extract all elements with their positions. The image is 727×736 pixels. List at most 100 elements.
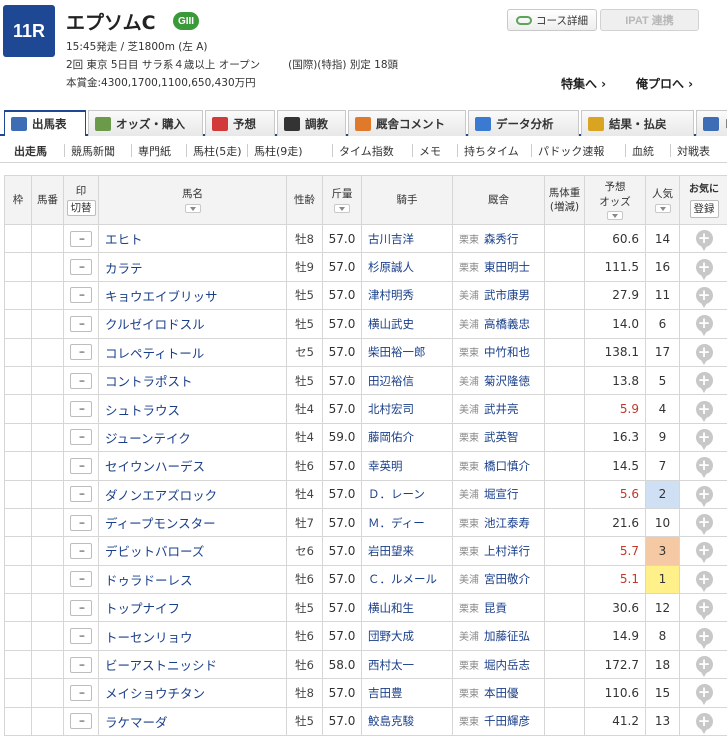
add-favorite-icon[interactable]: + (695, 372, 713, 394)
jockey-link[interactable]: Ｃ．ルメール (361, 564, 453, 595)
jockey-link[interactable]: 津村明秀 (361, 280, 453, 311)
trainer-link[interactable]: 中竹和也 (484, 345, 530, 359)
trainer-link[interactable]: 堀内岳志 (484, 658, 530, 672)
jockey-link[interactable]: 岩田望来 (361, 536, 453, 566)
horse-name-link[interactable]: シュトラウス (98, 394, 287, 424)
add-favorite-icon[interactable]: + (695, 599, 713, 621)
sort-name-icon[interactable] (184, 203, 201, 213)
trainer-link[interactable]: 昆貢 (484, 601, 507, 615)
trainer-link[interactable]: 本田優 (484, 686, 519, 700)
tab-3[interactable]: 調教 (277, 110, 346, 136)
jockey-link[interactable]: Ｍ．ディー (361, 507, 453, 538)
trainer-link[interactable]: 宮田敬介 (484, 572, 530, 586)
sort-weight-icon[interactable] (334, 203, 350, 213)
jockey-link[interactable]: 柴田裕一郎 (361, 337, 453, 367)
horse-name-link[interactable]: エヒト (98, 223, 287, 254)
mark-select-button[interactable]: -- (70, 571, 92, 588)
trainer-link[interactable]: 千田輝彦 (484, 714, 530, 728)
horse-name-link[interactable]: クルゼイロドスル (98, 309, 287, 339)
trainer-link[interactable]: 加藤征弘 (484, 629, 530, 643)
tab-2[interactable]: 予想 (205, 110, 275, 136)
add-favorite-icon[interactable]: + (695, 428, 713, 450)
trainer-link[interactable]: 東田明士 (484, 260, 530, 274)
add-favorite-icon[interactable]: + (695, 542, 713, 564)
horse-name-link[interactable]: メイショウチタン (98, 678, 287, 708)
tab-1[interactable]: オッズ・購入 (88, 110, 203, 136)
add-favorite-icon[interactable]: + (695, 286, 713, 308)
add-favorite-icon[interactable]: + (695, 400, 713, 422)
horse-name-link[interactable]: キョウエイブリッサ (98, 280, 287, 311)
subtab-7[interactable]: 持ちタイム (464, 143, 519, 159)
add-favorite-icon[interactable]: + (695, 514, 713, 536)
mark-select-button[interactable]: -- (70, 344, 92, 361)
jockey-link[interactable]: 鮫島克駿 (361, 706, 453, 736)
horse-name-link[interactable]: トーセンリョウ (98, 621, 287, 651)
add-favorite-icon[interactable]: + (695, 627, 713, 649)
add-favorite-icon[interactable]: + (695, 315, 713, 337)
subtab-8[interactable]: パドック速報 (538, 143, 604, 159)
trainer-link[interactable]: 森秀行 (484, 232, 519, 246)
sort-odds-icon[interactable] (607, 210, 623, 220)
mark-select-button[interactable]: -- (70, 287, 92, 304)
horse-name-link[interactable]: セイウンハーデス (98, 451, 287, 481)
course-detail-button[interactable]: コース詳細 (507, 9, 597, 31)
ore-pro-link[interactable]: 俺プロへ › (636, 75, 693, 92)
add-favorite-icon[interactable]: + (695, 457, 713, 479)
subtab-10[interactable]: 対戦表 (677, 143, 710, 159)
trainer-link[interactable]: 武井亮 (484, 402, 519, 416)
subtab-4[interactable]: 馬柱(9走) (254, 143, 303, 159)
jockey-link[interactable]: Ｄ．レーン (361, 479, 453, 509)
tab-0[interactable]: 出馬表 (4, 110, 86, 136)
horse-name-link[interactable]: ラケマーダ (98, 706, 287, 736)
jockey-link[interactable]: 幸英明 (361, 451, 453, 481)
subtab-5[interactable]: タイム指数 (339, 143, 394, 159)
mark-select-button[interactable]: -- (70, 259, 92, 276)
horse-name-link[interactable]: コレペティトール (98, 337, 287, 367)
mark-select-button[interactable]: -- (70, 401, 92, 418)
horse-name-link[interactable]: コントラポスト (98, 365, 287, 396)
add-favorite-icon[interactable]: + (695, 684, 713, 706)
jockey-link[interactable]: 横山武史 (361, 309, 453, 339)
mark-select-button[interactable]: -- (70, 542, 92, 559)
horse-name-link[interactable]: ダノンエアズロック (98, 479, 287, 509)
mark-select-button[interactable]: -- (70, 230, 92, 247)
jockey-link[interactable]: 杉原誠人 (361, 252, 453, 282)
horse-name-link[interactable]: ビーアストニッシド (98, 649, 287, 680)
jockey-link[interactable]: 田辺裕信 (361, 365, 453, 396)
jockey-link[interactable]: 古川吉洋 (361, 223, 453, 254)
ipat-link-button[interactable]: IPAT 連携 (600, 9, 699, 31)
mark-select-button[interactable]: -- (70, 315, 92, 332)
mark-select-button[interactable]: -- (70, 713, 92, 730)
mark-select-button[interactable]: -- (70, 429, 92, 446)
sort-pop-icon[interactable] (654, 203, 671, 213)
mark-select-button[interactable]: -- (70, 656, 92, 673)
subtab-9[interactable]: 血統 (632, 143, 654, 159)
mark-select-button[interactable]: -- (70, 486, 92, 503)
add-favorite-icon[interactable]: + (695, 656, 713, 678)
trainer-link[interactable]: 高橋義忠 (484, 317, 530, 331)
tab-7[interactable]: レ (696, 110, 727, 136)
jockey-link[interactable]: 藤岡佑介 (361, 422, 453, 453)
trainer-link[interactable]: 上村洋行 (484, 544, 530, 558)
jockey-link[interactable]: 団野大成 (361, 621, 453, 651)
add-favorite-icon[interactable]: + (695, 570, 713, 592)
mark-select-button[interactable]: -- (70, 599, 92, 616)
subtab-1[interactable]: 競馬新聞 (71, 143, 115, 159)
add-favorite-icon[interactable]: + (695, 343, 713, 365)
mark-select-button[interactable]: -- (70, 628, 92, 645)
jockey-link[interactable]: 横山和生 (361, 593, 453, 623)
jockey-link[interactable]: 西村太一 (361, 649, 453, 680)
trainer-link[interactable]: 武英智 (484, 430, 519, 444)
trainer-link[interactable]: 池江泰寿 (484, 516, 530, 530)
horse-name-link[interactable]: デビットバローズ (98, 536, 287, 566)
mark-toggle-button[interactable]: 切替 (66, 200, 96, 217)
jockey-link[interactable]: 北村宏司 (361, 394, 453, 424)
subtab-2[interactable]: 専門紙 (138, 143, 171, 159)
add-favorite-icon[interactable]: + (695, 485, 713, 507)
subtab-0[interactable]: 出走馬 (14, 143, 47, 159)
add-favorite-icon[interactable]: + (695, 258, 713, 280)
jockey-link[interactable]: 吉田豊 (361, 678, 453, 708)
horse-name-link[interactable]: トップナイフ (98, 593, 287, 623)
feature-link[interactable]: 特集へ › (561, 75, 606, 92)
mark-select-button[interactable]: -- (70, 514, 92, 531)
